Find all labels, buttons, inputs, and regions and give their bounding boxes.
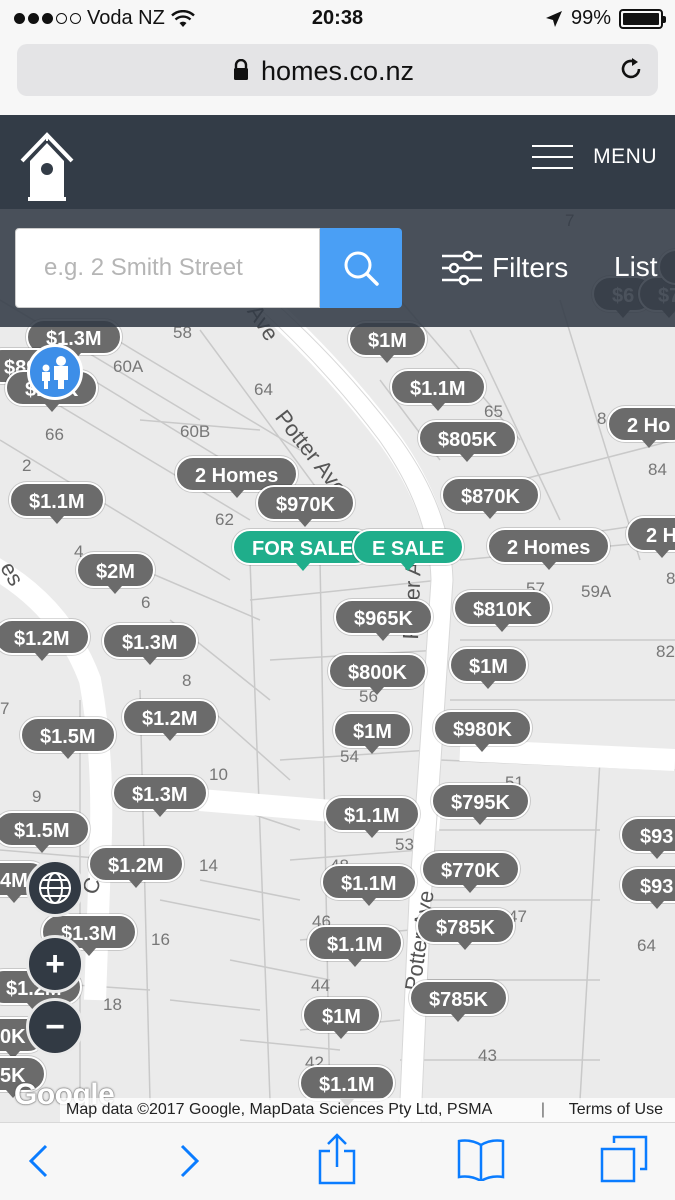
pin-for-sale[interactable]: E SALE	[352, 529, 465, 571]
chevron-left-icon[interactable]	[26, 1143, 52, 1179]
search-icon	[344, 251, 379, 286]
pin-price[interactable]: $870K	[441, 477, 540, 519]
pin-price[interactable]: $1M	[449, 647, 528, 689]
pin-price[interactable]: $785K	[409, 980, 508, 1022]
address-search[interactable]	[15, 228, 320, 308]
lot-number: 82	[656, 642, 675, 661]
map-attribution: Map data ©2017 Google, MapData Sciences …	[60, 1098, 675, 1122]
pin-price[interactable]: $93	[620, 817, 675, 859]
battery-percent: 99%	[570, 7, 611, 29]
pin-price[interactable]: $1.2M	[0, 619, 90, 661]
book-icon[interactable]	[456, 1137, 506, 1181]
pin-price[interactable]: $1.3M	[112, 775, 208, 817]
status-bar: Voda NZ 20:38 99%	[0, 0, 675, 38]
location-arrow-icon	[545, 10, 562, 27]
pin-multi-homes[interactable]: 2 H	[626, 516, 675, 558]
pin-multi-homes[interactable]: 2 Homes	[487, 528, 611, 570]
pin-price[interactable]: $1.3M	[102, 623, 198, 665]
lot-number: 62	[215, 510, 234, 529]
lot-number: 64	[254, 380, 273, 399]
pin-price[interactable]: $1.1M	[324, 796, 420, 838]
browser-toolbar	[0, 1122, 675, 1200]
lot-number: 8	[597, 409, 607, 428]
hamburger-icon	[532, 145, 574, 169]
pin-price[interactable]: $1.1M	[9, 482, 105, 524]
filters-button[interactable]: Filters	[440, 250, 568, 286]
lot-number: 60A	[113, 357, 144, 376]
pin-price[interactable]: $805K	[418, 420, 517, 462]
pin-price[interactable]: $1.5M	[20, 717, 116, 759]
lot-number: 65	[484, 402, 503, 421]
search-input[interactable]	[16, 229, 319, 307]
lot-number: 84	[648, 460, 667, 479]
pin-price[interactable]: $785K	[416, 908, 515, 950]
map-layers-button[interactable]	[26, 859, 84, 917]
terms-of-use-link[interactable]: Terms of Use	[569, 1098, 663, 1122]
pin-price[interactable]: $2M	[76, 552, 155, 594]
share-icon[interactable]	[316, 1133, 358, 1185]
search-button[interactable]	[320, 228, 402, 308]
lot-number: 6	[141, 593, 151, 612]
lot-number: 59A	[581, 582, 612, 601]
map-view[interactable]: Ave Potter Ave Potter Ave Potter Ave es …	[0, 209, 675, 1122]
pin-price[interactable]: $1.1M	[390, 369, 486, 411]
pin-price[interactable]: $810K	[453, 590, 552, 632]
lot-number: 66	[45, 425, 64, 444]
pin-price[interactable]: $1.2M	[88, 846, 184, 888]
lot-number: 16	[151, 930, 170, 949]
pin-price[interactable]: $770K	[421, 851, 520, 893]
lot-number: 64	[637, 936, 656, 955]
lot-number: 8	[666, 569, 675, 588]
street-view-icon	[42, 356, 68, 389]
reload-icon[interactable]	[618, 56, 644, 82]
status-right: 99%	[545, 7, 666, 30]
list-view-link[interactable]: List	[614, 251, 658, 283]
lot-number: 44	[311, 976, 330, 995]
address-bar[interactable]: homes.co.nz	[17, 44, 658, 96]
lot-number: 18	[103, 995, 122, 1014]
lot-number: 7	[0, 699, 10, 718]
pin-price[interactable]: $1M	[302, 997, 381, 1039]
lot-number: 8	[182, 671, 192, 690]
pin-multi-homes[interactable]: 2 Ho	[607, 406, 675, 448]
battery-icon	[619, 8, 666, 29]
zoom-in-button[interactable]: +	[26, 935, 84, 993]
sliders-icon	[442, 250, 482, 286]
street-view-button[interactable]	[27, 344, 83, 400]
zoom-out-button[interactable]: −	[26, 998, 84, 1056]
browser-chrome: homes.co.nz	[0, 38, 675, 115]
lot-number: 14	[199, 856, 218, 875]
pin-price[interactable]: $970K	[256, 485, 355, 527]
chevron-right-icon[interactable]	[176, 1143, 202, 1179]
attribution-text: Map data ©2017 Google, MapData Sciences …	[66, 1101, 493, 1118]
pin-price[interactable]: $980K	[433, 710, 532, 752]
filters-label: Filters	[492, 252, 569, 283]
pin-price[interactable]: $1.1M	[299, 1065, 395, 1107]
lot-number: 53	[395, 835, 414, 854]
lot-number: 54	[340, 747, 359, 766]
pin-price[interactable]: $1.2M	[122, 699, 218, 741]
menu-label: MENU	[593, 145, 657, 168]
lot-number: 10	[209, 765, 228, 784]
pin-price[interactable]: $1.1M	[321, 864, 417, 906]
birdhouse-icon[interactable]	[18, 131, 76, 203]
menu-button[interactable]: MENU	[532, 145, 657, 169]
pin-price[interactable]: $965K	[334, 599, 433, 641]
pin-price[interactable]: $800K	[328, 653, 427, 695]
pin-price[interactable]: $795K	[431, 783, 530, 825]
globe-icon	[39, 872, 71, 904]
pin-price[interactable]: $1.5M	[0, 811, 90, 853]
site-header: MENU	[0, 115, 675, 209]
url-text: homes.co.nz	[260, 56, 415, 86]
lot-number: 60B	[180, 422, 211, 441]
lot-number: 43	[478, 1046, 497, 1065]
pin-price[interactable]: $93	[620, 867, 675, 909]
pin-price[interactable]: $1M	[333, 712, 412, 754]
lot-number: 9	[32, 787, 42, 806]
lot-number: 2	[22, 456, 32, 475]
tabs-icon[interactable]	[600, 1135, 648, 1183]
pin-price[interactable]: $1.1M	[307, 925, 403, 967]
